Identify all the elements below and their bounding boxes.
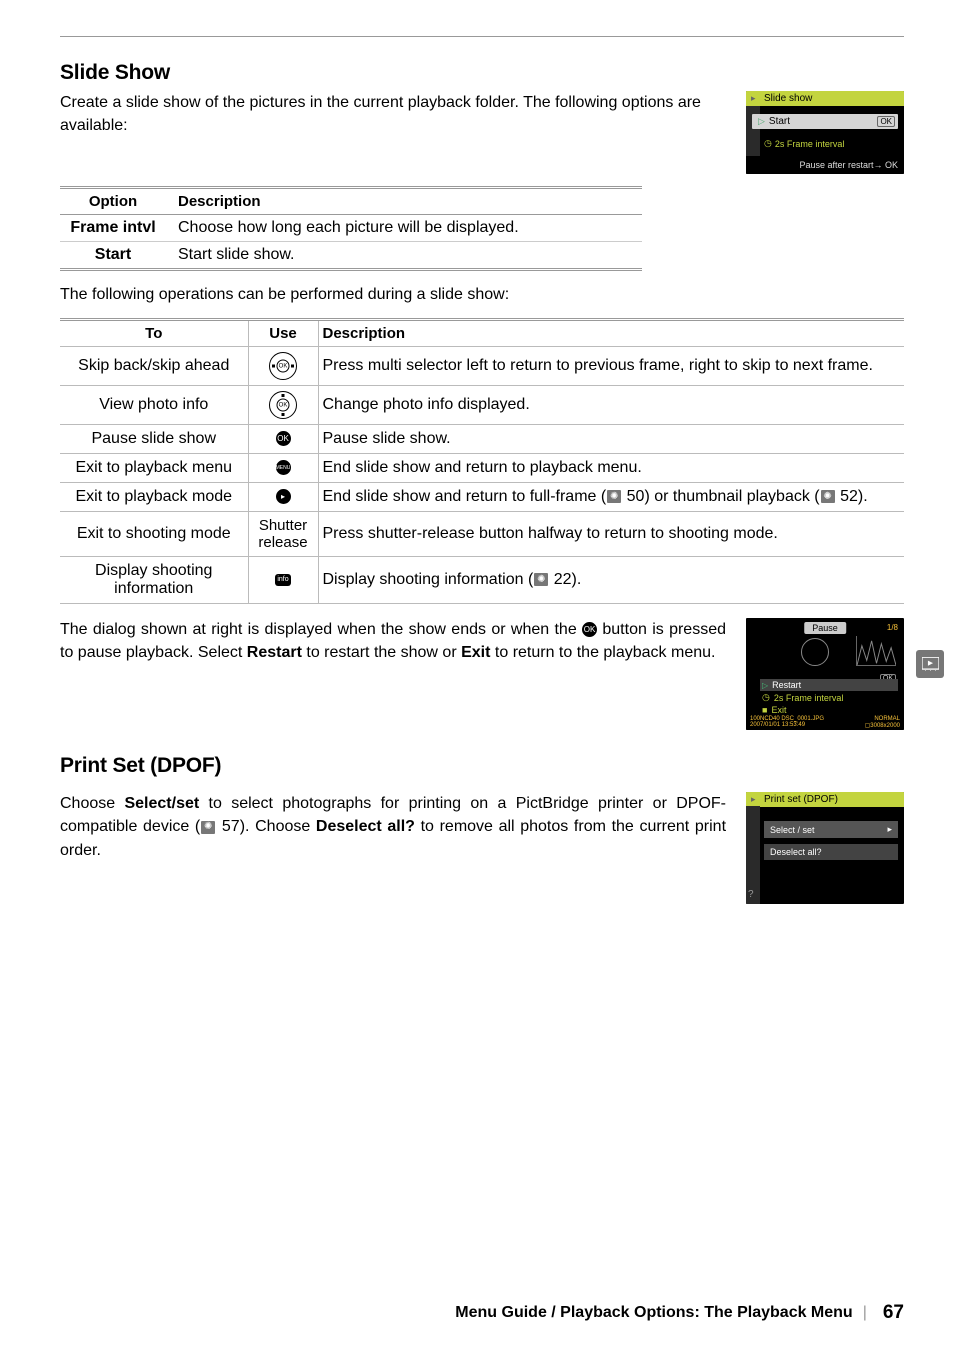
options-head-description: Description <box>170 188 642 215</box>
ops-use-4: ▸ <box>248 483 318 512</box>
page-ref-icon: ✺ <box>821 490 835 503</box>
ops-desc-2: Pause slide show. <box>318 425 904 454</box>
lcd1-interval: 2s Frame interval <box>775 139 845 149</box>
lcd2-interval-row: ◷2s Frame interval <box>760 691 898 704</box>
ops-to-2: Pause slide show <box>60 425 248 454</box>
footer-separator: | <box>863 1304 867 1322</box>
ops-head-use: Use <box>248 320 318 347</box>
print-set-paragraph: Choose Select/set to select photographs … <box>60 792 726 904</box>
play-triangle-icon: ▷ <box>758 116 765 127</box>
lcd1-interval-row: ◷ 2s Frame interval <box>764 137 898 150</box>
lcd2-footer: 100NCD40 DSC_0001.JPG2007/01/01 13:53:49… <box>746 715 904 730</box>
mid-paragraph: The following operations can be performe… <box>60 283 904 306</box>
ops-desc-5: Press shutter-release button halfway to … <box>318 512 904 557</box>
footer-text: Menu Guide / Playback Options: The Playb… <box>455 1304 852 1322</box>
lcd1-start-row: ▷ Start OK <box>752 114 898 129</box>
lcd2-restart-row: ▷Restart <box>760 679 898 691</box>
slide-show-intro-text: Create a slide show of the pictures in t… <box>60 91 726 174</box>
multi-selector-lr-icon <box>269 352 297 380</box>
lcd2-counter: 1/8 <box>887 623 898 632</box>
ops-to-1: View photo info <box>60 386 248 425</box>
lcd1-footer: Pause after restart→ OK <box>746 156 904 174</box>
ops-to-5: Exit to shooting mode <box>60 512 248 557</box>
ok-button-icon: OK <box>276 431 291 446</box>
top-rule <box>60 36 904 37</box>
ops-use-2: OK <box>248 425 318 454</box>
dialog-section: The dialog shown at right is displayed w… <box>60 618 904 730</box>
lcd1-title: Slide show <box>746 91 904 106</box>
lcd1-start-label: Start <box>769 116 790 127</box>
options-head-option: Option <box>60 188 170 215</box>
ok-badge-icon: OK <box>877 116 895 127</box>
page-ref-icon: ✺ <box>201 821 215 834</box>
page-ref-icon: ✺ <box>534 573 548 586</box>
ops-to-3: Exit to playback menu <box>60 454 248 483</box>
ok-button-icon-inline: OK <box>582 622 597 637</box>
ops-desc-4: End slide show and return to full-frame … <box>318 483 904 512</box>
clock-icon: ◷ <box>762 692 770 703</box>
print-set-section: Choose Select/set to select photographs … <box>60 792 904 904</box>
stop-icon: ■ <box>762 705 767 715</box>
ops-to-0: Skip back/skip ahead <box>60 347 248 386</box>
play-triangle-icon: ▷ <box>762 681 768 690</box>
ops-use-3: MENU <box>248 454 318 483</box>
playback-button-icon: ▸ <box>276 489 291 504</box>
desc-frame-intvl: Choose how long each picture will be dis… <box>170 215 642 242</box>
lcd-printset-screenshot: Print set (DPOF) Select / set▸ Deselect … <box>746 792 904 904</box>
playback-tab-icon <box>916 650 944 678</box>
help-icon: ? <box>748 889 754 900</box>
lcd3-select-set: Select / set▸ <box>764 821 898 838</box>
page-footer: Menu Guide / Playback Options: The Playb… <box>60 1302 904 1324</box>
ops-desc-3: End slide show and return to playback me… <box>318 454 904 483</box>
slide-show-intro-row: Create a slide show of the pictures in t… <box>60 91 904 174</box>
ops-use-1 <box>248 386 318 425</box>
ops-use-5: Shutter release <box>248 512 318 557</box>
print-set-heading: Print Set (DPOF) <box>60 754 904 778</box>
ops-desc-6: Display shooting information (✺ 22). <box>318 557 904 604</box>
lcd-pause-screenshot: Pause 1/8 OK ▷Restart ◷2s Frame interval… <box>746 618 904 730</box>
dialog-paragraph: The dialog shown at right is displayed w… <box>60 618 726 730</box>
operations-table: To Use Description Skip back/skip ahead … <box>60 318 904 604</box>
menu-button-icon: MENU <box>276 460 291 475</box>
lcd3-title: Print set (DPOF) <box>746 792 904 807</box>
slide-show-heading: Slide Show <box>60 61 904 85</box>
ops-desc-1: Change photo info displayed. <box>318 386 904 425</box>
page-ref-icon: ✺ <box>607 490 621 503</box>
ops-to-6: Display shooting information <box>60 557 248 604</box>
desc-start: Start slide show. <box>170 242 642 270</box>
face-outline-icon <box>801 638 829 666</box>
ops-head-to: To <box>60 320 248 347</box>
ops-head-description: Description <box>318 320 904 347</box>
lcd-slideshow-screenshot: Slide show ▷ Start OK ◷ 2s Frame interva… <box>746 91 904 174</box>
lcd3-deselect-all: Deselect all? <box>764 844 898 860</box>
options-table: Option Description Frame intvl Choose ho… <box>60 186 642 271</box>
clock-icon: ◷ <box>764 138 772 149</box>
histogram-icon <box>856 636 896 666</box>
ops-to-4: Exit to playback mode <box>60 483 248 512</box>
ops-use-6: info <box>248 557 318 604</box>
ops-use-0 <box>248 347 318 386</box>
lcd2-pause: Pause <box>804 622 846 634</box>
info-button-icon: info <box>275 574 291 586</box>
ops-desc-0: Press multi selector left to return to p… <box>318 347 904 386</box>
multi-selector-ud-icon <box>269 391 297 419</box>
page-number: 67 <box>883 1302 904 1324</box>
option-start: Start <box>60 242 170 270</box>
option-frame-intvl: Frame intvl <box>60 215 170 242</box>
chevron-right-icon: ▸ <box>887 824 892 835</box>
